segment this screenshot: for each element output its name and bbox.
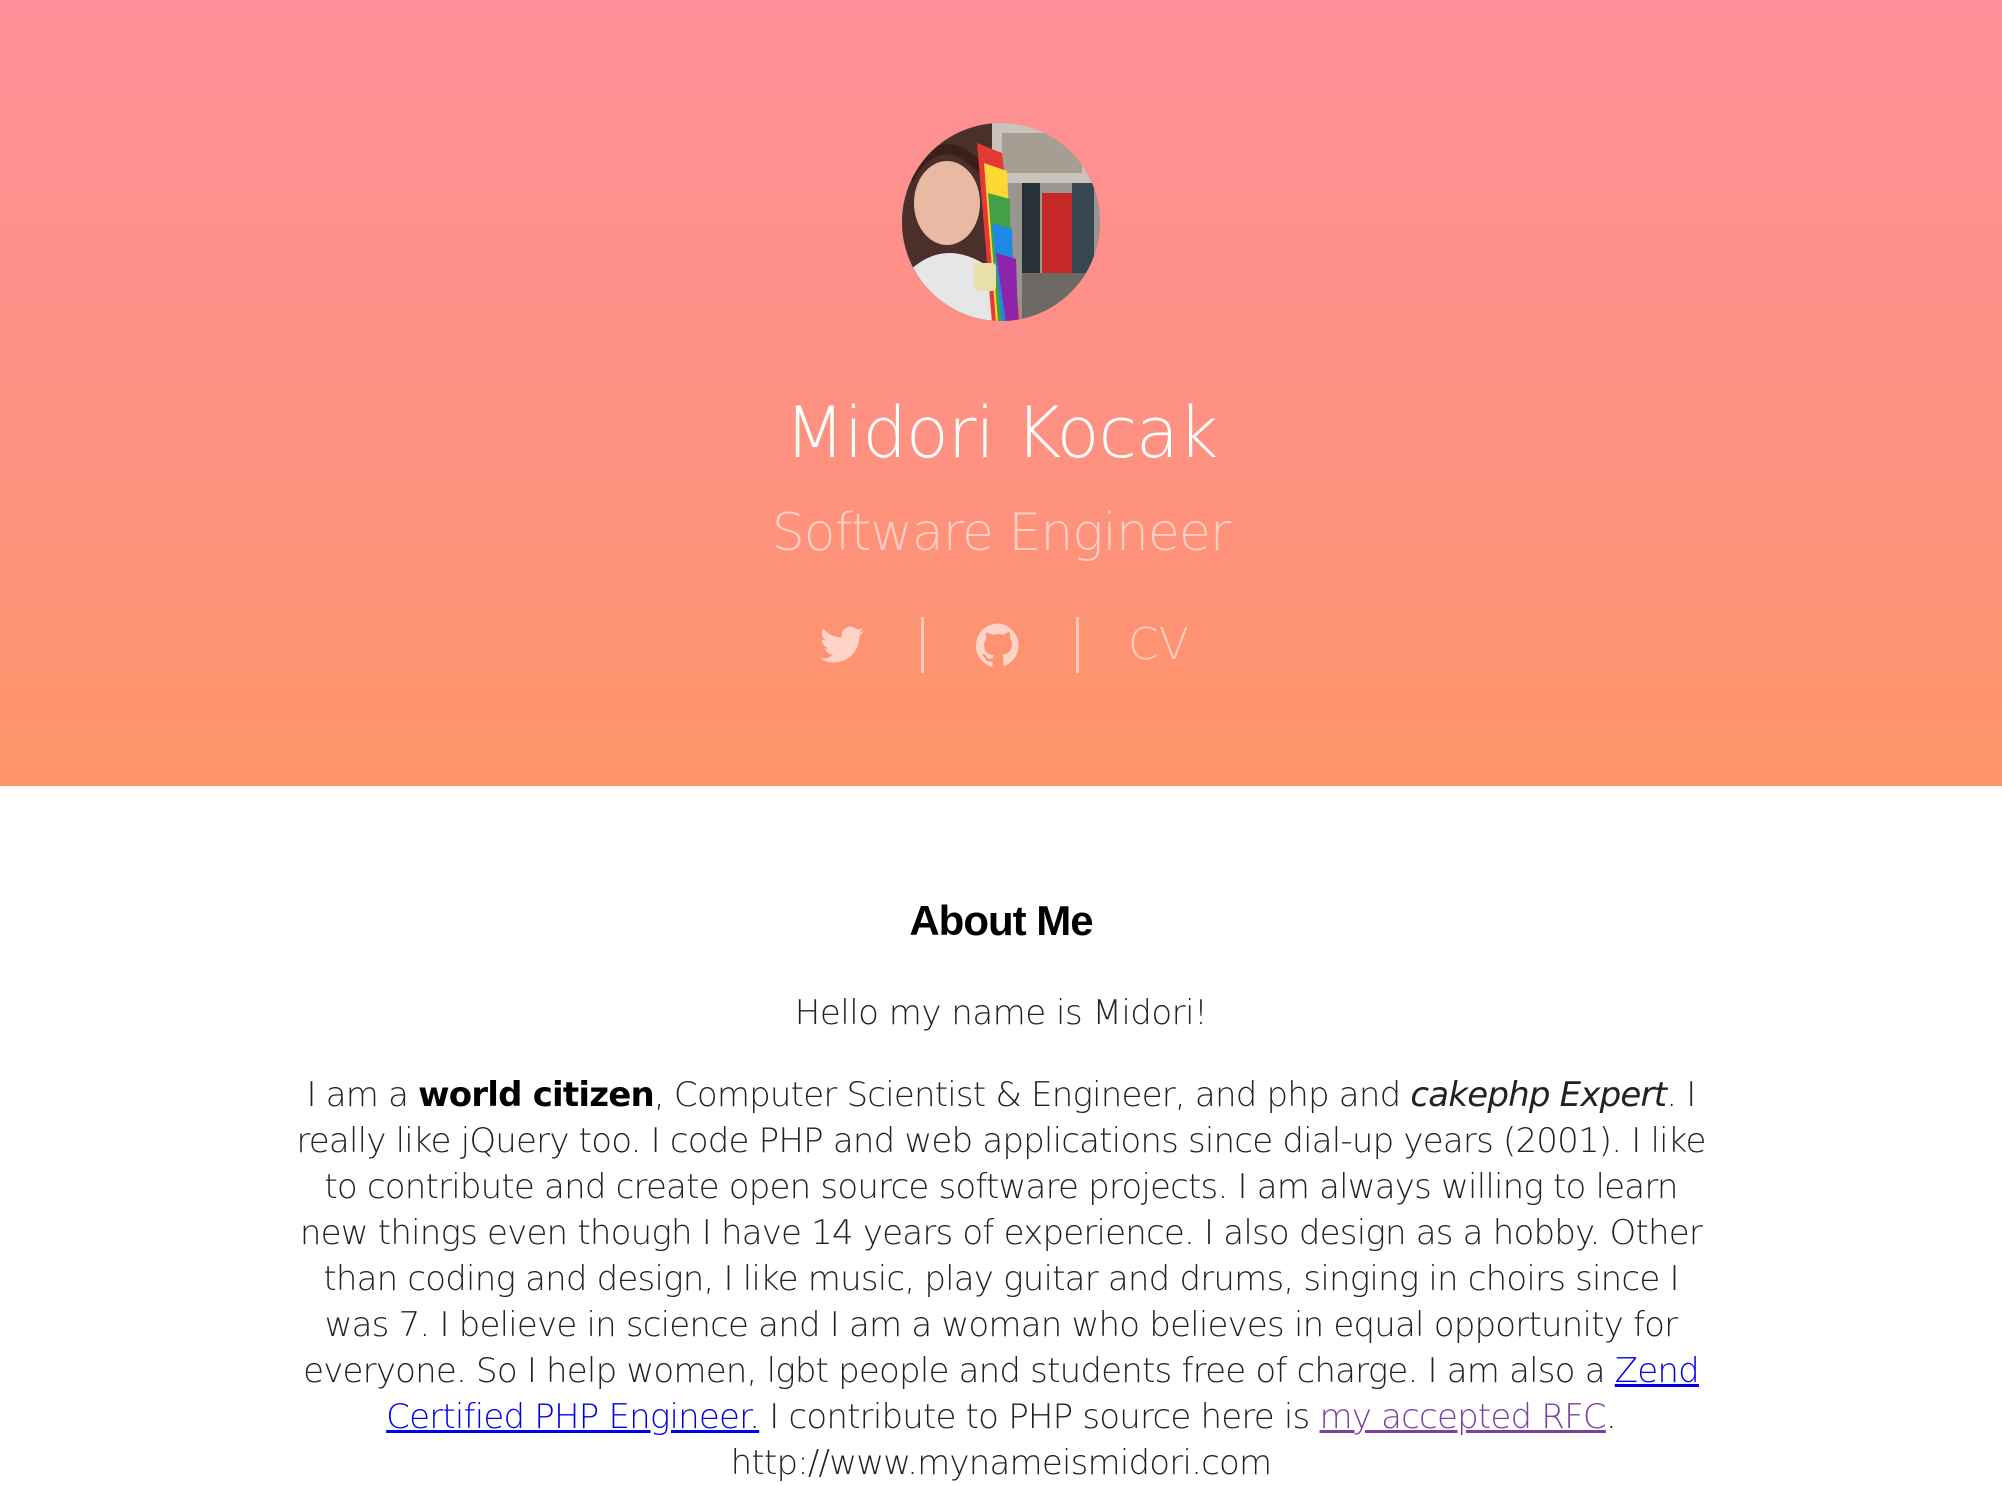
about-heading: About Me [909, 897, 1093, 944]
bio-text: . I really like jQuery too. I code PHP a… [296, 1075, 1706, 1391]
social-links: CV [0, 615, 2002, 675]
twitter-icon[interactable] [820, 625, 864, 665]
avatar [902, 123, 1100, 321]
bio-text: I contribute to PHP source here is [759, 1397, 1320, 1437]
about-bio: I am a world citizen, Computer Scientist… [291, 1072, 1711, 1486]
about-greeting: Hello my name is Midori! [794, 993, 1208, 1033]
bio-text: I am a [306, 1075, 419, 1115]
bio-text: , Computer Scientist & Engineer, and php… [653, 1075, 1411, 1115]
bio-cakephp-expert: cakephp Expert [1410, 1075, 1667, 1115]
divider [921, 617, 924, 673]
avatar-photo [902, 123, 1100, 321]
profile-role: Software Engineer [771, 503, 1232, 563]
bio-world-citizen: world citizen [418, 1075, 655, 1115]
hero-header: Midori Kocak Software Engineer CV [0, 0, 2002, 786]
cv-link[interactable]: CV [1128, 619, 1189, 671]
github-icon[interactable] [976, 623, 1020, 667]
rfc-link[interactable]: my accepted RFC [1319, 1397, 1606, 1437]
profile-name: Midori Kocak [784, 392, 1219, 474]
divider [1076, 617, 1079, 673]
